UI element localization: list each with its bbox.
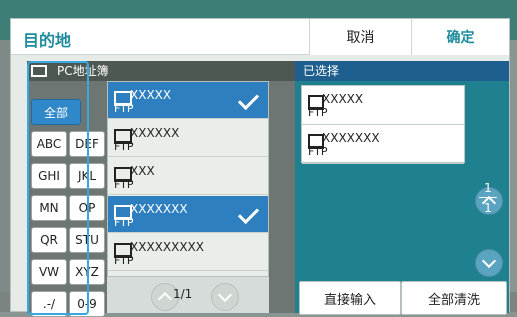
selected-protocol: FTP (308, 145, 328, 158)
address-row[interactable]: XXXXXXX FTP (108, 196, 268, 233)
selected-scroll: 1 1 (467, 85, 507, 281)
list-pager: 1/1 (107, 277, 269, 313)
clear-all-button[interactable]: 全部清洗 (401, 281, 507, 315)
selected-page-down-button[interactable] (475, 249, 503, 277)
address-name: XXXXXX (130, 126, 180, 140)
page-indicator: 1/1 (173, 287, 193, 301)
direct-input-button[interactable]: 直接输入 (299, 281, 401, 315)
selected-name: XXXXXXX (322, 131, 380, 145)
selected-protocol: FTP (308, 106, 328, 119)
selected-header: 已选择 (295, 61, 509, 81)
dialog-header: 目的地 取消 确定 (11, 19, 509, 55)
dialog-title: 目的地 (23, 31, 72, 50)
address-protocol: FTP (114, 216, 134, 229)
address-name: XXXXXXXXX (130, 240, 204, 254)
selected-row[interactable]: XXXXXXX FTP (302, 125, 464, 164)
address-name: XXX (130, 164, 155, 178)
filter-keys-focus-outline (27, 61, 89, 315)
address-name: XXXXXXX (130, 202, 188, 216)
address-name: XXXXX (130, 88, 172, 102)
address-list: XXXXX FTP XXXXXX FTP XXX FTP XXXXXXX FTP… (107, 81, 269, 277)
address-protocol: FTP (114, 254, 134, 267)
fraction-line (479, 197, 497, 198)
selected-name: XXXXX (322, 92, 364, 106)
selected-row[interactable]: XXXXX FTP (302, 86, 464, 125)
address-row[interactable]: XXX FTP (108, 158, 268, 195)
address-row[interactable]: XXXXX FTP (108, 82, 268, 119)
address-row[interactable]: XXXXXX FTP (108, 120, 268, 157)
page-down-button[interactable] (211, 283, 239, 311)
check-icon (237, 88, 260, 111)
address-protocol: FTP (114, 102, 134, 115)
address-row[interactable]: XXXXXXXXX FTP (108, 234, 268, 271)
selected-actions: 直接输入 全部清洗 (295, 281, 509, 315)
selected-page-den: 1 (484, 201, 492, 215)
cancel-button[interactable]: 取消 (309, 19, 411, 55)
check-icon (237, 202, 260, 225)
address-protocol: FTP (114, 140, 134, 153)
confirm-button[interactable]: 确定 (411, 19, 509, 55)
selected-page-num: 1 (484, 181, 492, 195)
selected-list: XXXXX FTP XXXXXXX FTP (301, 85, 465, 164)
address-protocol: FTP (114, 178, 134, 191)
destination-dialog: 目的地 取消 确定 PC地址簿 全部 ABC DEF GHI JKL MN OP… (10, 18, 510, 317)
